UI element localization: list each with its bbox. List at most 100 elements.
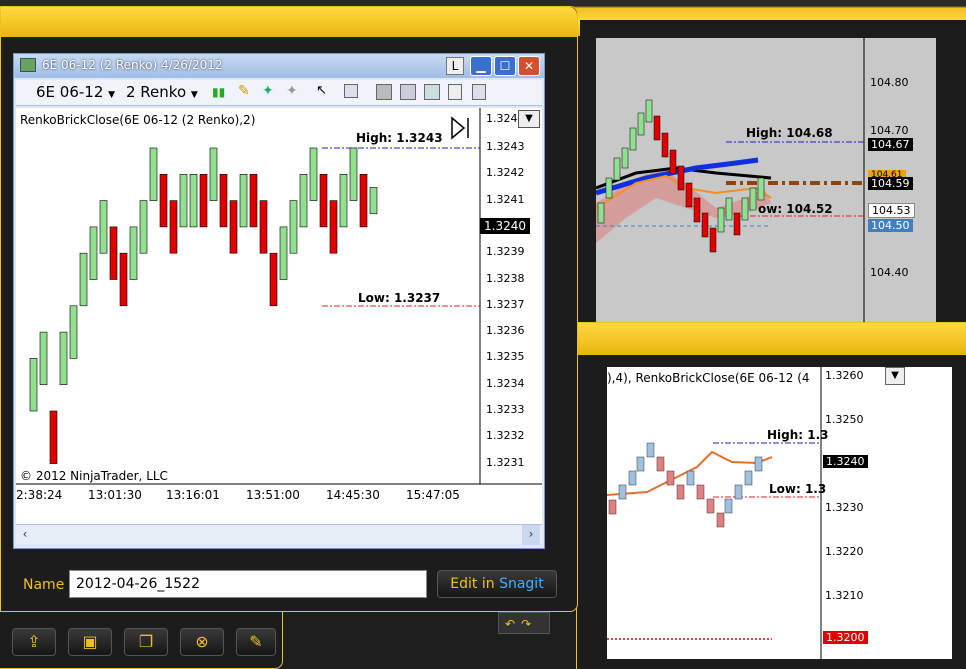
y-label: 1.3236 xyxy=(486,324,525,338)
zoom-out-icon[interactable]: ✦ xyxy=(286,83,298,99)
renko-brick xyxy=(329,200,338,254)
copy-icon[interactable]: ❐ xyxy=(124,628,168,656)
renko-brick xyxy=(339,174,348,228)
chart-window: 6E 06-12 (2 Renko) 4/26/2012 L ▁ ☐ ✕ 6E … xyxy=(13,53,545,549)
y-label: 1.3238 xyxy=(486,271,525,285)
cursor-icon[interactable]: ↖ xyxy=(316,83,327,98)
chevron-down-icon: ▼ xyxy=(108,90,116,100)
redo-icon[interactable]: ↷ xyxy=(515,617,531,631)
rt-badge-0: 104.67 xyxy=(868,138,913,151)
rb-ylabel-4: 1.3220 xyxy=(825,545,864,558)
maximize-button[interactable]: ☐ xyxy=(494,56,516,76)
rb-indicator-label: ),4), RenkoBrickClose(6E 06-12 (4 xyxy=(607,371,810,385)
rb-ylabel-3: 1.3230 xyxy=(825,501,864,514)
y-label: 1.3241 xyxy=(486,192,525,206)
scroll-left-arrow[interactable]: ‹ xyxy=(16,525,34,545)
properties-icon[interactable] xyxy=(448,84,462,100)
undo-icon[interactable]: ↶ xyxy=(499,617,515,631)
renko-brick xyxy=(309,147,318,201)
instrument-label: 6E 06-12 xyxy=(36,83,104,101)
share-icon[interactable]: ⇪ xyxy=(12,628,56,656)
main-chart-area[interactable]: RenkoBrickClose(6E 06-12 (2 Renko),2) Hi… xyxy=(16,108,542,524)
renko-brick xyxy=(69,305,78,359)
right-top-chart[interactable]: High: 104.68 ow: 104.52 104.80 104.70 10… xyxy=(596,38,936,322)
right-bottom-chart[interactable]: ),4), RenkoBrickClose(6E 06-12 (4 High: … xyxy=(607,367,952,659)
rb-ylabel-0: 1.3260 xyxy=(825,369,864,382)
current-price-badge: 1.3240 xyxy=(480,218,530,234)
y-label: 1.3233 xyxy=(486,403,525,416)
bartype-label: 2 Renko xyxy=(126,83,187,101)
chart-titlebar[interactable]: 6E 06-12 (2 Renko) 4/26/2012 L ▁ ☐ ✕ xyxy=(14,54,544,78)
rt-badge-3: 104.50 xyxy=(868,219,913,232)
pencil-icon[interactable]: ✎ xyxy=(238,83,250,99)
data-box-icon[interactable] xyxy=(344,84,358,98)
snagit-brand: Snagit xyxy=(499,576,544,592)
zoom-in-icon[interactable]: ✦ xyxy=(262,83,274,99)
renko-brick xyxy=(139,200,148,254)
strategies-icon[interactable] xyxy=(400,84,416,100)
bartype-selector[interactable]: 2 Renko ▼ xyxy=(126,83,198,101)
edit-in-snagit-button[interactable]: Edit in Snagit xyxy=(437,570,557,598)
layout-icon[interactable] xyxy=(472,84,486,100)
name-input[interactable] xyxy=(69,570,427,598)
rb-current-price: 1.3240 xyxy=(823,455,868,468)
renko-brick xyxy=(29,358,38,412)
scroll-right-arrow[interactable]: › xyxy=(522,525,540,545)
y-axis-dropdown-button[interactable]: ▼ xyxy=(518,110,540,128)
renko-brick xyxy=(319,174,328,228)
renko-brick xyxy=(359,174,368,228)
renko-brick xyxy=(129,226,138,280)
close-button[interactable]: ✕ xyxy=(518,56,540,76)
y-label: 1.3243 xyxy=(486,140,525,153)
indicators-icon[interactable] xyxy=(376,84,392,100)
x-label: 15:47:05 xyxy=(406,488,460,502)
y-label: 1.3232 xyxy=(486,429,525,443)
renko-brick xyxy=(109,226,118,280)
edit-prefix: Edit in xyxy=(450,576,500,592)
play-end-icon xyxy=(451,116,469,140)
rb-high-label: High: 1.3 xyxy=(767,428,829,442)
rt-badge-2: 104.53 xyxy=(868,203,915,218)
y-label: 1.3242 xyxy=(486,166,525,180)
right-bottom-window: ),4), RenkoBrickClose(6E 06-12 (4 High: … xyxy=(576,322,966,669)
chevron-down-icon: ▼ xyxy=(190,90,198,100)
name-label: Name xyxy=(23,577,65,593)
x-label: 13:01:30 xyxy=(88,488,142,502)
renko-brick xyxy=(159,174,168,228)
undo-redo-buttons[interactable]: ↶ ↷ xyxy=(498,612,550,634)
snapshot-icon[interactable] xyxy=(424,84,440,100)
y-label: 1.3231 xyxy=(486,455,525,469)
instrument-selector[interactable]: 6E 06-12 ▼ xyxy=(36,83,115,101)
renko-brick xyxy=(149,147,158,201)
indicator-label: RenkoBrickClose(6E 06-12 (2 Renko),2) xyxy=(20,113,255,127)
renko-brick xyxy=(119,252,128,307)
renko-brick xyxy=(99,200,108,254)
y-label: 1.3234 xyxy=(486,376,525,390)
minimize-button[interactable]: ▁ xyxy=(470,56,492,76)
rt-ylabel-1: 104.70 xyxy=(870,124,909,137)
renko-brick xyxy=(209,147,218,201)
right-top-low-label: ow: 104.52 xyxy=(758,202,833,216)
main-chart-svg: RenkoBrickClose(6E 06-12 (2 Renko),2) Hi… xyxy=(16,108,542,485)
chart-toolbar: 6E 06-12 ▼ 2 Renko ▼ ▮▮ ✎ ✦ ✦ ↖ xyxy=(16,80,542,106)
renko-brick xyxy=(189,174,198,228)
right-top-high-label: High: 104.68 xyxy=(746,126,833,140)
rb-chart-svg: ),4), RenkoBrickClose(6E 06-12 (4 High: … xyxy=(607,367,829,659)
copyright: © 2012 NinjaTrader, LLC xyxy=(20,469,168,483)
renko-brick xyxy=(49,410,58,464)
chart-style-icon[interactable]: ▮▮ xyxy=(212,85,230,99)
horizontal-scrollbar[interactable]: ‹ › xyxy=(16,524,542,545)
rb-bricks xyxy=(608,442,763,528)
renko-brick xyxy=(269,252,278,307)
save-icon[interactable]: ▣ xyxy=(68,628,112,656)
y-label: 1.3237 xyxy=(486,297,525,311)
wrench-icon[interactable]: ✎ xyxy=(236,628,276,656)
rb-red-price: 1.3200 xyxy=(823,631,868,644)
renko-brick xyxy=(289,200,298,254)
link-L-button[interactable]: L xyxy=(446,57,464,75)
renko-brick xyxy=(349,147,358,201)
rb-low-label: Low: 1.3 xyxy=(769,482,826,496)
main-window: 6E 06-12 (2 Renko) 4/26/2012 L ▁ ☐ ✕ 6E … xyxy=(0,6,578,612)
delete-icon[interactable]: ⊗ xyxy=(180,628,224,656)
rb-dropdown-button[interactable]: ▼ xyxy=(885,367,905,385)
